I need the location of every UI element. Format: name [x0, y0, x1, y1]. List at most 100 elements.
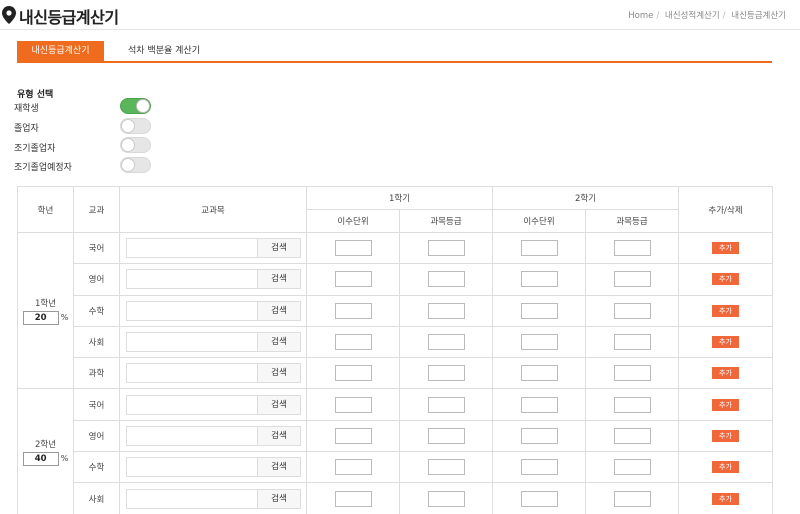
- input-cell: [306, 294, 400, 327]
- breadcrumb-calculators[interactable]: 내신성적계산기: [665, 11, 720, 21]
- search-button[interactable]: 검색: [257, 238, 301, 259]
- sem1-units-input[interactable]: [334, 459, 372, 476]
- sem2-units-input[interactable]: [520, 365, 558, 382]
- table-row: 과학 검색 추가: [18, 357, 773, 390]
- input-cell: [585, 231, 679, 265]
- input-cell: [585, 263, 679, 296]
- add-button[interactable]: 추가: [712, 273, 739, 286]
- sem1-units-input[interactable]: [334, 490, 372, 507]
- input-cell: [399, 357, 493, 390]
- subject-input[interactable]: [126, 332, 258, 353]
- sem2-units-input[interactable]: [520, 271, 558, 288]
- subject-input[interactable]: [126, 457, 258, 478]
- add-button[interactable]: 추가: [712, 336, 739, 349]
- sem1-units-input[interactable]: [334, 365, 372, 382]
- subject-input[interactable]: [126, 394, 258, 415]
- input-cell: [306, 325, 400, 359]
- search-button[interactable]: 검색: [257, 394, 301, 415]
- sem2-course-grade-input[interactable]: [613, 271, 651, 288]
- input-cell: [306, 451, 400, 484]
- table-row: 영어 검색 추가: [18, 263, 773, 296]
- sem2-course-grade-input[interactable]: [613, 240, 651, 257]
- input-cell: [585, 482, 679, 514]
- sem2-units-input[interactable]: [520, 334, 558, 351]
- sem1-units-input[interactable]: [334, 302, 372, 319]
- add-button[interactable]: 추가: [712, 461, 739, 474]
- sem1-units-input[interactable]: [334, 334, 372, 351]
- subject-group-cell: 국어: [73, 231, 120, 265]
- search-button[interactable]: 검색: [257, 425, 301, 446]
- subject-input[interactable]: [126, 300, 258, 321]
- search-button[interactable]: 검색: [257, 300, 301, 321]
- sem1-course-grade-input[interactable]: [427, 271, 465, 288]
- input-cell: [492, 388, 586, 421]
- subject-cell: 검색: [119, 419, 307, 453]
- sem1-course-grade-input[interactable]: [427, 302, 465, 319]
- add-button[interactable]: 추가: [712, 492, 739, 505]
- grade-table: 학년 교과 교과목 1학기 2학기 추가/삭제 이수단위 과목등급 이수단위 과…: [17, 186, 773, 514]
- sem2-units-input[interactable]: [520, 427, 558, 444]
- search-button[interactable]: 검색: [257, 363, 301, 384]
- toggle-graduate[interactable]: [120, 118, 151, 134]
- grade-weight-input[interactable]: 40: [22, 451, 59, 466]
- sem1-course-grade-input[interactable]: [427, 334, 465, 351]
- search-button[interactable]: 검색: [257, 332, 301, 353]
- sem1-course-grade-input[interactable]: [427, 365, 465, 382]
- action-cell: 추가: [678, 325, 773, 359]
- add-button[interactable]: 추가: [712, 398, 739, 411]
- sem2-units-input[interactable]: [520, 490, 558, 507]
- sem2-units-input[interactable]: [520, 459, 558, 476]
- add-button[interactable]: 추가: [712, 367, 739, 380]
- sem2-units-input[interactable]: [520, 240, 558, 257]
- header-grade: 학년: [17, 186, 74, 233]
- sem1-course-grade-input[interactable]: [427, 396, 465, 413]
- sem2-units-input[interactable]: [520, 302, 558, 319]
- subject-input[interactable]: [126, 425, 258, 446]
- sem1-units-input[interactable]: [334, 427, 372, 444]
- sem2-course-grade-input[interactable]: [613, 490, 651, 507]
- toggle-knob: [121, 119, 135, 133]
- sem2-course-grade-input[interactable]: [613, 334, 651, 351]
- sem1-units-input[interactable]: [334, 396, 372, 413]
- input-cell: [585, 451, 679, 484]
- add-button[interactable]: 추가: [712, 429, 739, 442]
- input-cell: [399, 263, 493, 296]
- sem1-units-input[interactable]: [334, 240, 372, 257]
- toggle-current-student[interactable]: [120, 98, 151, 114]
- sem1-course-grade-input[interactable]: [427, 459, 465, 476]
- subject-input[interactable]: [126, 269, 258, 290]
- subject-input[interactable]: [126, 238, 258, 259]
- search-button[interactable]: 검색: [257, 488, 301, 509]
- option-label-expected-early-graduate: 조기졸업예정자: [14, 163, 72, 173]
- sem1-course-grade-input[interactable]: [427, 490, 465, 507]
- sem2-course-grade-input[interactable]: [613, 302, 651, 319]
- action-cell: 추가: [678, 419, 773, 453]
- sem1-course-grade-input[interactable]: [427, 427, 465, 444]
- subject-group-cell: 과학: [73, 357, 120, 390]
- sem2-course-grade-input[interactable]: [613, 365, 651, 382]
- breadcrumb-home[interactable]: Home: [628, 11, 653, 21]
- add-button[interactable]: 추가: [712, 304, 739, 317]
- add-button[interactable]: 추가: [712, 242, 739, 255]
- sem2-course-grade-input[interactable]: [613, 459, 651, 476]
- sem2-course-grade-input[interactable]: [613, 396, 651, 413]
- search-button[interactable]: 검색: [257, 457, 301, 478]
- action-cell: 추가: [678, 231, 773, 265]
- search-button[interactable]: 검색: [257, 269, 301, 290]
- grade-label: 2학년: [34, 439, 57, 450]
- input-cell: [306, 419, 400, 453]
- toggle-early-graduate[interactable]: [120, 137, 151, 153]
- sem2-course-grade-input[interactable]: [613, 427, 651, 444]
- tab-rank-percentile-calculator[interactable]: 석차 백분율 계산기: [119, 41, 209, 62]
- sem1-course-grade-input[interactable]: [427, 240, 465, 257]
- location-pin-icon: [2, 6, 16, 24]
- sem1-units-input[interactable]: [334, 271, 372, 288]
- sem2-units-input[interactable]: [520, 396, 558, 413]
- subject-input[interactable]: [126, 363, 258, 384]
- input-cell: [492, 325, 586, 359]
- toggle-expected-early-graduate[interactable]: [120, 157, 151, 173]
- subject-cell: 검색: [119, 482, 307, 514]
- subject-input[interactable]: [126, 488, 258, 509]
- tab-grade-calculator[interactable]: 내신등급계산기: [17, 41, 104, 62]
- grade-weight-input[interactable]: 20: [22, 310, 59, 325]
